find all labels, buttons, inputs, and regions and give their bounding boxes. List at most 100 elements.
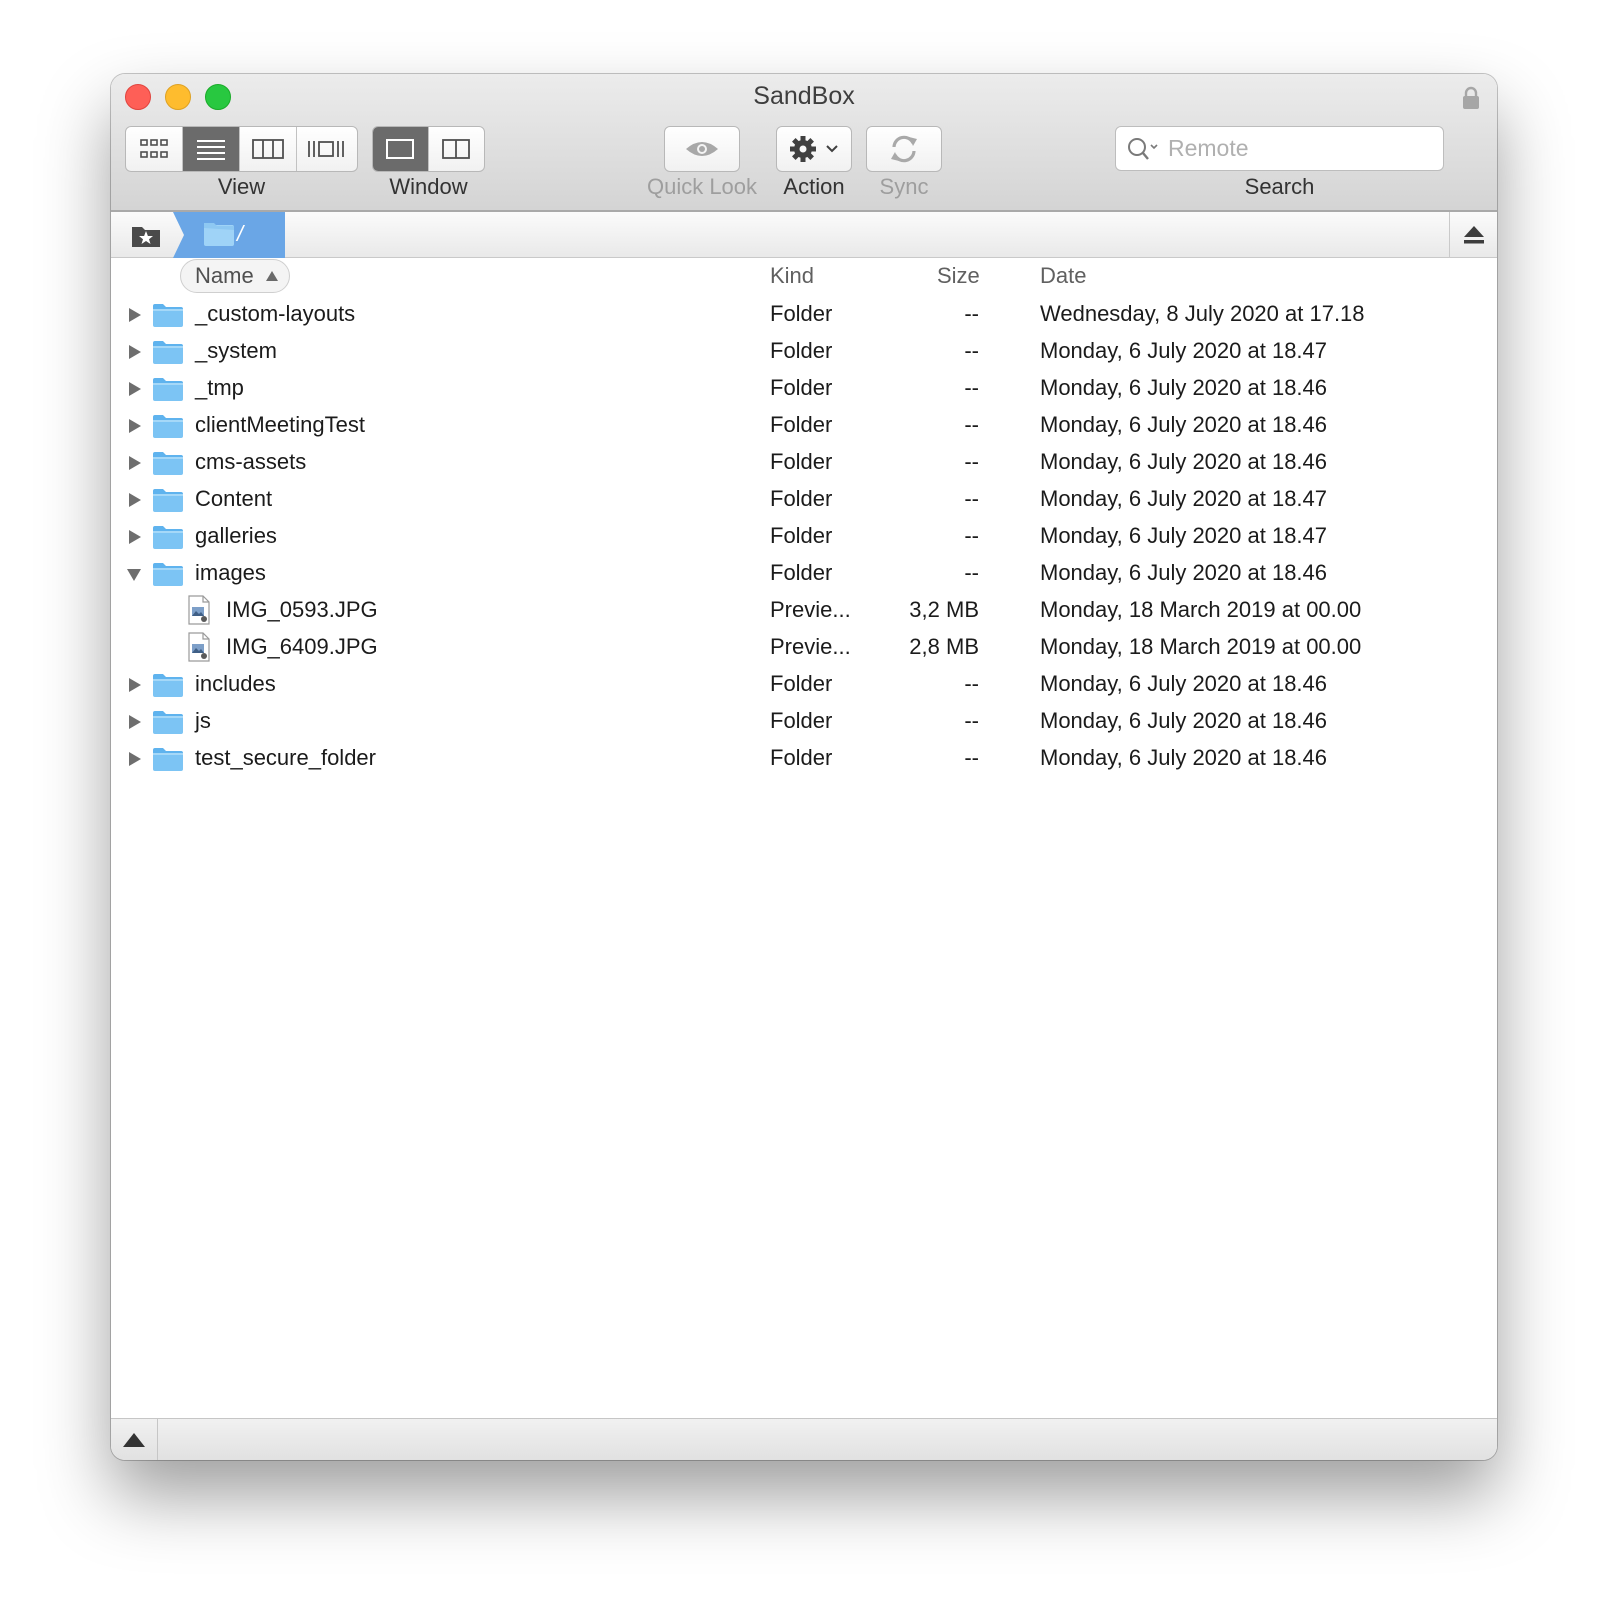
file-row[interactable]: IMG_6409.JPG Previe... 2,8 MB Monday, 18 Ma… — [111, 629, 1497, 666]
folder-icon — [153, 452, 183, 475]
item-name: IMG_6409.JPG — [226, 634, 378, 659]
image-file-icon — [188, 632, 210, 662]
item-size: -- — [964, 301, 979, 326]
view-mode-control — [125, 126, 358, 172]
item-kind: Previe... — [770, 634, 851, 659]
folder-icon — [153, 674, 183, 697]
disclosure-collapsed-icon[interactable] — [126, 492, 142, 508]
eye-icon — [686, 142, 718, 156]
folder-row[interactable]: js Folder -- Monday, 6 July 2020 at 18.46 — [111, 703, 1497, 740]
folder-icon — [153, 563, 183, 586]
name-column-label: Name — [195, 263, 254, 288]
search-icon — [1128, 137, 1158, 160]
folder-icon — [153, 526, 183, 549]
triangle-up-icon — [123, 1432, 145, 1447]
sort-ascending-icon — [265, 271, 278, 281]
disclosure-collapsed-icon[interactable] — [126, 751, 142, 767]
quick-look-label: Quick Look — [646, 174, 758, 199]
disclosure-collapsed-icon[interactable] — [126, 714, 142, 730]
quick-look-button[interactable] — [664, 126, 740, 172]
sync-button[interactable] — [866, 126, 942, 172]
folder-row[interactable]: images Folder -- Monday, 6 July 2020 at 18.… — [111, 555, 1497, 592]
dual-pane-icon — [442, 139, 471, 159]
folder-row[interactable]: cms-assets Folder -- Monday, 6 July 2020 at… — [111, 444, 1497, 481]
coverflow-view-button[interactable] — [297, 127, 354, 171]
folder-row[interactable]: includes Folder -- Monday, 6 July 2020 at 1… — [111, 666, 1497, 703]
disclosure-collapsed-icon[interactable] — [126, 529, 142, 545]
item-name: _tmp — [195, 375, 244, 400]
list-view-button[interactable] — [183, 127, 240, 171]
disclosure-collapsed-icon[interactable] — [126, 381, 142, 397]
action-button[interactable] — [776, 126, 852, 172]
item-date: Monday, 6 July 2020 at 18.47 — [1040, 523, 1328, 548]
eject-icon — [1463, 226, 1484, 244]
folder-row[interactable]: Content Folder -- Monday, 6 July 2020 at 18… — [111, 481, 1497, 518]
name-column-header[interactable]: Name — [180, 259, 290, 293]
item-name: galleries — [195, 523, 277, 548]
view-label: View — [217, 174, 266, 199]
show-transfers-button[interactable] — [111, 1419, 158, 1460]
folder-icon — [153, 489, 183, 512]
item-name: clientMeetingTest — [195, 412, 365, 437]
item-size: -- — [964, 486, 979, 511]
disclosure-collapsed-icon[interactable] — [126, 418, 142, 434]
search-label: Search — [1244, 174, 1315, 199]
item-name: test_secure_folder — [195, 745, 376, 770]
item-date: Monday, 6 July 2020 at 18.46 — [1040, 560, 1328, 585]
item-name: includes — [195, 671, 276, 696]
item-kind: Folder — [770, 486, 833, 511]
item-size: -- — [964, 523, 979, 548]
item-date: Monday, 18 March 2019 at 00.00 — [1040, 597, 1362, 622]
item-size: -- — [964, 375, 979, 400]
disclosure-expanded-icon[interactable] — [126, 566, 142, 582]
search-placeholder: Remote — [1168, 135, 1249, 161]
item-kind: Folder — [770, 301, 833, 326]
folder-row[interactable]: _system Folder -- Monday, 6 July 2020 at 18… — [111, 333, 1497, 370]
folder-icon — [153, 304, 183, 327]
item-name: _custom-layouts — [195, 301, 356, 326]
path-bar: / — [111, 212, 1497, 258]
folder-icon — [153, 415, 183, 438]
item-date: Monday, 6 July 2020 at 18.46 — [1040, 708, 1328, 733]
folder-icon — [153, 341, 183, 364]
folder-icon — [153, 748, 183, 771]
kind-column-header[interactable]: Kind — [770, 263, 814, 289]
single-pane-button[interactable] — [373, 127, 429, 171]
gear-icon — [790, 136, 838, 162]
app-window: SandBox View Window Quick Look Action Sy… — [111, 74, 1497, 1460]
folder-row[interactable]: clientMeetingTest Folder -- Monday, 6 July … — [111, 407, 1497, 444]
folder-row[interactable]: _custom-layouts Folder -- Wednesday, 8 July… — [111, 296, 1497, 333]
item-kind: Folder — [770, 338, 833, 363]
item-size: 2,8 MB — [909, 634, 979, 659]
date-column-header[interactable]: Date — [1040, 263, 1086, 289]
folder-row[interactable]: _tmp Folder -- Monday, 6 July 2020 at 18.46 — [111, 370, 1497, 407]
icon-view-button[interactable] — [126, 127, 183, 171]
disclosure-collapsed-icon[interactable] — [126, 344, 142, 360]
folder-row[interactable]: galleries Folder -- Monday, 6 July 2020 at … — [111, 518, 1497, 555]
disclosure-collapsed-icon[interactable] — [126, 307, 142, 323]
eject-button[interactable] — [1449, 212, 1497, 258]
dual-pane-button[interactable] — [429, 127, 484, 171]
item-name: js — [195, 708, 211, 733]
item-name: Content — [195, 486, 273, 511]
item-date: Monday, 6 July 2020 at 18.46 — [1040, 412, 1328, 437]
item-size: -- — [964, 708, 979, 733]
image-file-icon — [188, 595, 210, 625]
file-row[interactable]: IMG_0593.JPG Previe... 3,2 MB Monday, 18 Ma… — [111, 592, 1497, 629]
sync-icon — [891, 135, 917, 163]
toolbar: SandBox View Window Quick Look Action Sy… — [111, 74, 1497, 212]
item-date: Monday, 6 July 2020 at 18.46 — [1040, 671, 1328, 696]
favorites-icon[interactable] — [131, 222, 161, 248]
item-date: Monday, 18 March 2019 at 00.00 — [1040, 634, 1362, 659]
column-view-button[interactable] — [240, 127, 297, 171]
sync-label: Sync — [879, 174, 929, 199]
bottom-bar — [111, 1418, 1497, 1460]
item-size: -- — [964, 412, 979, 437]
item-date: Monday, 6 July 2020 at 18.47 — [1040, 338, 1328, 363]
disclosure-collapsed-icon[interactable] — [126, 677, 142, 693]
size-column-header[interactable]: Size — [937, 263, 980, 289]
search-input[interactable]: Remote — [1115, 126, 1444, 171]
disclosure-collapsed-icon[interactable] — [126, 455, 142, 471]
path-crumb[interactable] — [173, 212, 285, 258]
folder-row[interactable]: test_secure_folder Folder -- Monday, 6 July… — [111, 740, 1497, 777]
